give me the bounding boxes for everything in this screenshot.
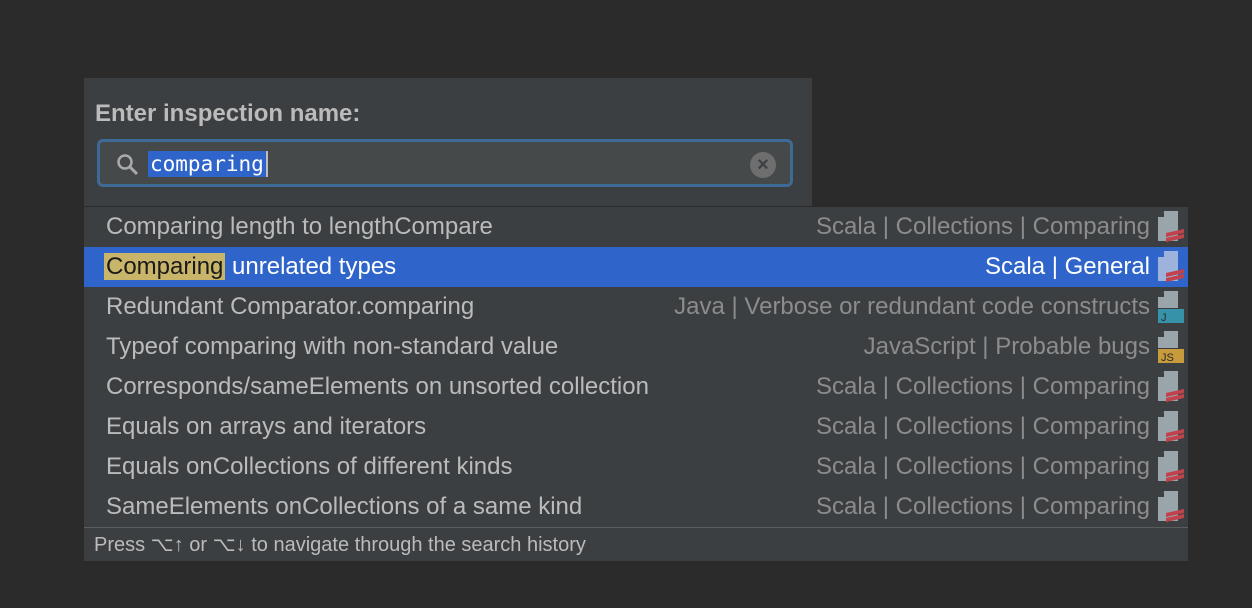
item-category: Scala | Collections | Comparing bbox=[816, 453, 1150, 480]
item-name: Comparing length to lengthCompare bbox=[106, 207, 493, 247]
item-name-text: Comparing length to lengthCompare bbox=[106, 213, 493, 240]
svg-text:JS: JS bbox=[1161, 352, 1174, 363]
item-name-text: Redundant Comparator.comparing bbox=[106, 293, 475, 320]
scala-file-icon bbox=[1158, 451, 1184, 482]
search-icon bbox=[117, 154, 139, 176]
item-name: Corresponds/sameElements on unsorted col… bbox=[106, 367, 649, 407]
svg-text:J: J bbox=[1161, 312, 1167, 323]
inspection-dialog: Enter inspection name: comparing × bbox=[84, 78, 812, 206]
list-item[interactable]: Equals onCollections of different kinds … bbox=[84, 447, 1188, 487]
item-name: Comparing unrelated types bbox=[104, 247, 397, 287]
scala-file-icon bbox=[1158, 371, 1184, 402]
match-highlight: Comparing bbox=[104, 253, 226, 280]
item-name: Equals on arrays and iterators bbox=[106, 407, 426, 447]
item-name: Equals onCollections of different kinds bbox=[106, 447, 512, 487]
footer-hint: Press ⌥↑ or ⌥↓ to navigate through the s… bbox=[84, 527, 1188, 561]
js-file-icon: JS bbox=[1158, 331, 1184, 363]
dialog-title: Enter inspection name: bbox=[95, 100, 361, 127]
item-name-text: Typeof comparing with non-standard value bbox=[106, 333, 559, 360]
item-name: Typeof comparing with non-standard value bbox=[106, 327, 558, 367]
item-category: Scala | Collections | Comparing bbox=[816, 493, 1150, 520]
item-name: Redundant Comparator.comparing bbox=[106, 287, 474, 327]
scala-file-icon bbox=[1158, 491, 1184, 522]
list-item[interactable]: Equals on arrays and iterators Scala | C… bbox=[84, 407, 1188, 447]
item-category: JavaScript | Probable bugs bbox=[863, 333, 1150, 360]
item-category: Scala | Collections | Comparing bbox=[816, 213, 1150, 240]
list-item[interactable]: Corresponds/sameElements on unsorted col… bbox=[84, 367, 1188, 407]
list-item[interactable]: Typeof comparing with non-standard value… bbox=[84, 327, 1188, 367]
item-category: Scala | Collections | Comparing bbox=[816, 373, 1150, 400]
results-list: Press ⌥↑ or ⌥↓ to navigate through the s… bbox=[84, 206, 1188, 561]
scala-file-icon bbox=[1158, 211, 1184, 242]
clear-icon[interactable]: × bbox=[750, 152, 776, 178]
search-input[interactable]: comparing × bbox=[97, 139, 793, 187]
item-name: SameElements onCollections of a same kin… bbox=[106, 487, 582, 527]
item-name-text: Equals onCollections of different kinds bbox=[106, 453, 513, 480]
item-category: Java | Verbose or redundant code constru… bbox=[674, 293, 1150, 320]
item-category: Scala | Collections | Comparing bbox=[816, 413, 1150, 440]
item-name-rest: unrelated types bbox=[225, 253, 397, 280]
item-name-text: Corresponds/sameElements on unsorted col… bbox=[106, 373, 649, 400]
scala-file-icon bbox=[1158, 251, 1184, 282]
scala-file-icon bbox=[1158, 411, 1184, 442]
list-item[interactable]: Comparing length to lengthCompare Scala … bbox=[84, 207, 1188, 247]
search-value[interactable]: comparing bbox=[148, 151, 268, 177]
java-file-icon: J bbox=[1158, 291, 1184, 323]
list-item[interactable]: Redundant Comparator.comparing Java | Ve… bbox=[84, 287, 1188, 327]
item-category: Scala | General bbox=[985, 253, 1150, 280]
list-item[interactable]: SameElements onCollections of a same kin… bbox=[84, 487, 1188, 527]
item-name-text: Equals on arrays and iterators bbox=[106, 413, 427, 440]
list-item[interactable]: Comparing unrelated types Scala | Genera… bbox=[84, 247, 1188, 287]
item-name-text: SameElements onCollections of a same kin… bbox=[106, 493, 583, 520]
